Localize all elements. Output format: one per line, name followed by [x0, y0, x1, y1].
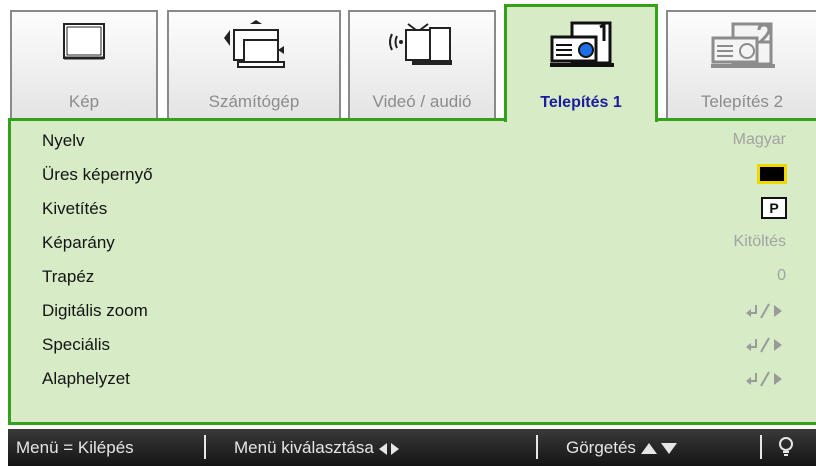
- menu-item-label: Speciális: [42, 335, 111, 354]
- tab-telepites-1[interactable]: Telepítés 1: [504, 4, 658, 122]
- menu-item-label: Alaphelyzet: [42, 369, 130, 388]
- laptop-icon: [214, 20, 294, 77]
- menu-item-nyelv[interactable]: Nyelv Magyar: [11, 124, 816, 158]
- osd-menu: Kép Számítógép Videó / audió Telepítés 1…: [0, 0, 816, 466]
- status-divider: [204, 435, 206, 459]
- tab-telepites-2[interactable]: Telepítés 2: [666, 10, 816, 118]
- tab-video-audio[interactable]: Videó / audió: [348, 10, 496, 118]
- menu-item-kivetites[interactable]: Kivetítés P: [11, 192, 816, 226]
- enter-right-icon: [746, 337, 786, 358]
- menu-item-specialis[interactable]: Speciális: [11, 328, 816, 362]
- status-exit-hint: Menü = Kilépés: [16, 438, 134, 457]
- projector-1-icon: [546, 19, 616, 78]
- black-screen-swatch: [757, 164, 787, 184]
- status-divider: [760, 435, 762, 459]
- down-arrow-icon: [661, 443, 678, 455]
- lamp-icon: [778, 436, 794, 463]
- menu-item-label: Nyelv: [42, 131, 85, 150]
- tab-label: Kép: [68, 92, 100, 111]
- menu-item-label: Trapéz: [42, 267, 95, 286]
- enter-right-icon: [746, 371, 786, 392]
- menu-item-value: Magyar: [732, 131, 786, 148]
- projector-2-icon: [707, 20, 777, 79]
- status-scroll-hint: Görgetés: [566, 438, 678, 458]
- menu-item-trapez[interactable]: Trapéz 0: [11, 260, 816, 294]
- menu-item-label: Kivetítés: [42, 199, 108, 218]
- tab-szamitogep[interactable]: Számítógép: [167, 10, 341, 118]
- status-bar: Menü = Kilépés Menü kiválasztása Görgeté…: [8, 429, 816, 466]
- menu-item-digitalis-zoom[interactable]: Digitális zoom: [11, 294, 816, 328]
- projection-mode-icon: P: [761, 197, 787, 219]
- menu-item-value: Kitöltés: [733, 233, 786, 250]
- settings-panel: Nyelv Magyar Üres képernyő Kivetítés P K…: [8, 118, 816, 425]
- status-select-hint: Menü kiválasztása: [234, 438, 400, 458]
- menu-item-keparany[interactable]: Képarány Kitöltés: [11, 226, 816, 260]
- status-scroll-text: Görgetés: [566, 438, 636, 457]
- tv-signal-icon: [386, 20, 458, 77]
- status-divider: [536, 435, 538, 459]
- up-arrow-icon: [640, 443, 657, 455]
- tab-kep[interactable]: Kép: [10, 10, 158, 118]
- tab-label: Telepítés 1: [540, 94, 622, 111]
- left-arrow-icon: [378, 442, 387, 455]
- monitor-icon: [56, 20, 112, 75]
- menu-item-label: Üres képernyő: [42, 165, 153, 184]
- menu-item-value: 0: [777, 267, 786, 284]
- right-arrow-icon: [391, 442, 400, 455]
- menu-item-label: Képarány: [42, 233, 115, 252]
- enter-right-icon: [746, 303, 786, 324]
- tab-label: Számítógép: [208, 92, 300, 111]
- status-select-text: Menü kiválasztása: [234, 438, 374, 457]
- menu-item-ures-kepernyo[interactable]: Üres képernyő: [11, 158, 816, 192]
- tab-label: Telepítés 2: [700, 92, 784, 111]
- menu-item-alaphelyzet[interactable]: Alaphelyzet: [11, 362, 816, 396]
- tab-label: Videó / audió: [372, 92, 472, 111]
- menu-item-label: Digitális zoom: [42, 301, 148, 320]
